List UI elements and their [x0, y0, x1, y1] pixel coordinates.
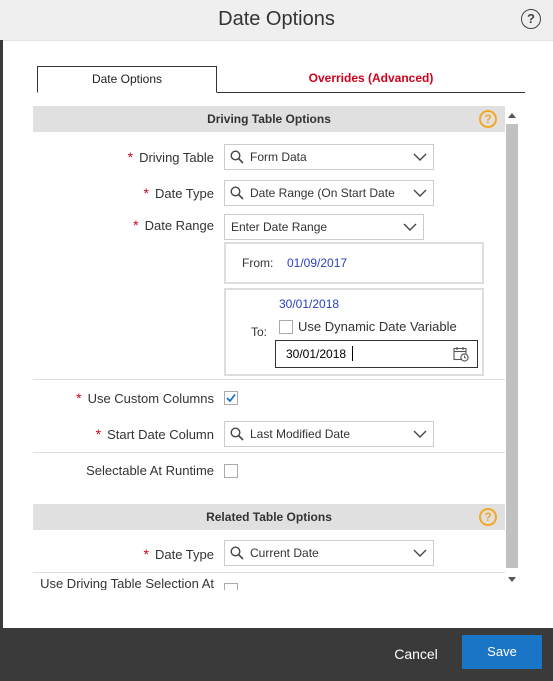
- checkmark-icon: [226, 393, 236, 403]
- from-label: From:: [242, 256, 274, 270]
- date-type-label: * Date Type: [143, 185, 214, 201]
- to-label: To:: [251, 325, 268, 339]
- driving-table-label: * Driving Table: [127, 149, 214, 165]
- save-button[interactable]: Save: [462, 635, 542, 669]
- window-left-edge: [0, 40, 3, 630]
- date-range-value: Enter Date Range: [231, 220, 328, 234]
- use-dynamic-date-checkbox[interactable]: [279, 320, 293, 334]
- dialog-footer: Cancel Save: [0, 628, 553, 681]
- question-circle-icon[interactable]: ?: [521, 9, 541, 29]
- row-divider: [33, 572, 505, 573]
- chevron-down-icon: [413, 153, 427, 161]
- use-dynamic-date-label: Use Dynamic Date Variable: [298, 319, 457, 334]
- section-title: Driving Table Options: [207, 112, 331, 126]
- scrollbar-thumb[interactable]: [506, 124, 518, 568]
- use-custom-columns-label: * Use Custom Columns: [76, 390, 214, 406]
- section-title: Related Table Options: [206, 510, 332, 524]
- to-date-input-value: 30/01/2018: [286, 347, 347, 361]
- selectable-at-runtime-checkbox[interactable]: [224, 464, 238, 478]
- search-icon: [230, 427, 244, 441]
- text-caret: [352, 346, 353, 361]
- scroll-down-arrow-icon[interactable]: [508, 577, 516, 582]
- start-date-column-label: * Start Date Column: [95, 426, 214, 442]
- chevron-down-icon: [413, 189, 427, 197]
- selectable-at-runtime-label: Selectable At Runtime: [86, 463, 214, 478]
- use-driving-selection-checkbox[interactable]: [224, 583, 238, 590]
- driving-table-value: Form Data: [250, 150, 307, 164]
- related-date-type-value: Current Date: [250, 546, 319, 560]
- date-range-select[interactable]: Enter Date Range: [224, 214, 424, 240]
- search-icon: [230, 150, 244, 164]
- date-type-value: Date Range (On Start Date: [250, 186, 395, 200]
- row-divider: [33, 379, 505, 380]
- section-header-related-table: Related Table Options: [33, 504, 505, 530]
- from-date-value[interactable]: 01/09/2017: [287, 256, 347, 270]
- scroll-up-arrow-icon[interactable]: [508, 113, 516, 118]
- question-circle-icon[interactable]: ?: [479, 508, 497, 526]
- chevron-down-icon: [413, 549, 427, 557]
- question-circle-icon[interactable]: ?: [479, 110, 497, 128]
- calendar-clock-icon[interactable]: [453, 346, 469, 362]
- dialog-title: Date Options: [218, 8, 335, 30]
- from-date-box: From: 01/09/2017: [224, 242, 484, 284]
- to-date-input[interactable]: 30/01/2018: [275, 340, 478, 368]
- date-type-select[interactable]: Date Range (On Start Date: [224, 180, 434, 206]
- cancel-button[interactable]: Cancel: [382, 642, 450, 668]
- date-options-dialog: Date Options ? Date Options Overrides (A…: [0, 0, 553, 681]
- related-date-type-select[interactable]: Current Date: [224, 540, 434, 566]
- search-icon: [230, 186, 244, 200]
- use-custom-columns-checkbox[interactable]: [224, 391, 238, 405]
- chevron-down-icon: [403, 223, 417, 231]
- to-date-display: 30/01/2018: [279, 297, 340, 311]
- tab-bar: Date Options Overrides (Advanced): [37, 66, 525, 93]
- start-date-column-select[interactable]: Last Modified Date: [224, 421, 434, 447]
- vertical-scrollbar[interactable]: [505, 110, 519, 590]
- date-range-label: * Date Range: [133, 217, 214, 233]
- dialog-titlebar: Date Options ?: [0, 0, 553, 41]
- driving-table-select[interactable]: Form Data: [224, 144, 434, 170]
- start-date-column-value: Last Modified Date: [250, 427, 351, 441]
- use-driving-selection-label: Use Driving Table Selection At: [40, 576, 214, 590]
- to-date-box: 30/01/2018 To: Use Dynamic Date Variable…: [224, 288, 484, 376]
- related-date-type-label: * Date Type: [143, 546, 214, 562]
- section-header-driving-table: Driving Table Options: [33, 106, 505, 132]
- tab-overrides-advanced[interactable]: Overrides (Advanced): [217, 66, 525, 92]
- tab-date-options[interactable]: Date Options: [37, 66, 217, 93]
- row-divider: [33, 452, 505, 453]
- options-scroll-area: Driving Table Options ? * Driving Table F…: [33, 106, 518, 590]
- search-icon: [230, 546, 244, 560]
- chevron-down-icon: [413, 430, 427, 438]
